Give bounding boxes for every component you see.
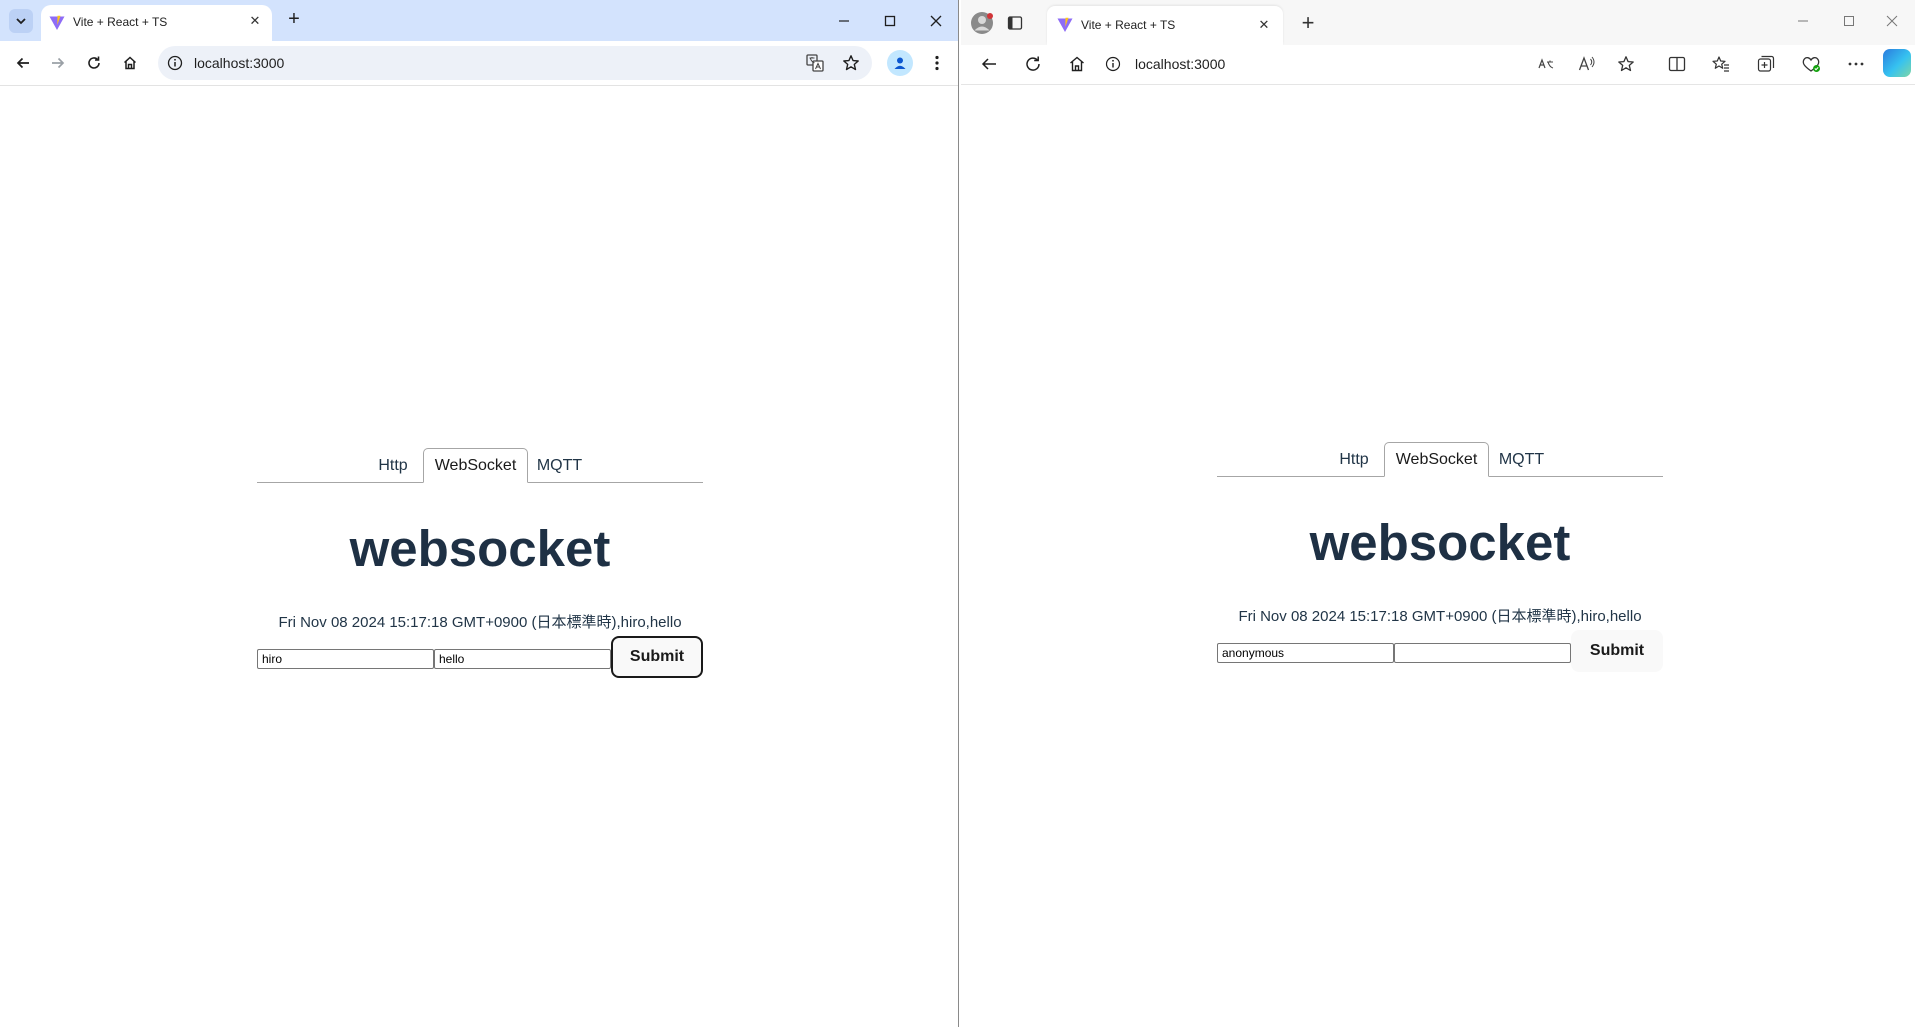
home-button[interactable] bbox=[1062, 49, 1092, 79]
minimize-icon bbox=[839, 19, 849, 22]
tab-http[interactable]: Http bbox=[1329, 442, 1379, 477]
split-screen-button[interactable] bbox=[1662, 49, 1692, 79]
edge-tabstrip: Vite + React + TS ✕ + bbox=[961, 0, 1915, 45]
maximize-button[interactable] bbox=[1826, 0, 1872, 42]
more-vertical-icon bbox=[935, 55, 939, 71]
right-app: Http WebSocket MQTT websocket Fri Nov 08… bbox=[1217, 438, 1663, 672]
close-icon bbox=[930, 15, 942, 26]
home-icon bbox=[1070, 56, 1084, 72]
browser-essentials-icon bbox=[1802, 57, 1820, 72]
favorites-button[interactable] bbox=[1706, 49, 1736, 79]
message-input[interactable] bbox=[1394, 643, 1571, 663]
back-arrow-icon bbox=[981, 58, 996, 70]
url-text[interactable]: localhost:3000 bbox=[1135, 56, 1225, 72]
edge-window: Vite + React + TS ✕ + localhost:3000 Htt… bbox=[961, 0, 1915, 1027]
home-icon bbox=[123, 56, 137, 70]
close-tab-icon[interactable]: ✕ bbox=[1255, 16, 1273, 34]
page-title: websocket bbox=[349, 520, 611, 577]
forward-button[interactable] bbox=[43, 48, 73, 78]
url-text[interactable]: localhost:3000 bbox=[194, 55, 284, 71]
tab-websocket[interactable]: WebSocket bbox=[1384, 442, 1489, 477]
split-screen-icon bbox=[1668, 56, 1686, 72]
favorite-star-button[interactable] bbox=[1611, 49, 1641, 79]
tab-mqtt[interactable]: MQTT bbox=[532, 448, 587, 483]
close-tab-icon[interactable]: ✕ bbox=[246, 12, 264, 30]
bookmark-star-icon[interactable] bbox=[842, 54, 860, 72]
collections-button[interactable] bbox=[1751, 49, 1781, 79]
chrome-tab-title: Vite + React + TS bbox=[73, 15, 168, 29]
maximize-icon bbox=[1844, 16, 1854, 26]
name-input[interactable] bbox=[257, 649, 434, 669]
chevron-down-icon bbox=[16, 18, 26, 25]
reload-icon bbox=[88, 56, 100, 69]
new-tab-button[interactable]: + bbox=[1296, 10, 1320, 35]
page-title: websocket bbox=[1309, 514, 1571, 571]
read-aloud-button[interactable] bbox=[1572, 49, 1602, 79]
chrome-tabstrip: Vite + React + TS ✕ + bbox=[0, 0, 958, 41]
submit-button[interactable]: Submit bbox=[611, 636, 703, 678]
tab-search-button[interactable] bbox=[9, 9, 33, 33]
name-input[interactable] bbox=[1217, 643, 1394, 663]
profile-button[interactable] bbox=[887, 50, 913, 76]
notification-dot bbox=[987, 13, 993, 19]
chrome-active-tab[interactable]: Vite + React + TS ✕ bbox=[41, 5, 272, 41]
back-arrow-icon bbox=[16, 57, 29, 69]
reload-button[interactable] bbox=[1018, 49, 1048, 79]
left-app: Http WebSocket MQTT websocket Fri Nov 08… bbox=[257, 444, 703, 678]
edge-toolbar: localhost:3000 bbox=[961, 45, 1915, 85]
tab-actions-button[interactable] bbox=[1005, 13, 1025, 33]
right-nav-tabs: Http WebSocket MQTT bbox=[1217, 438, 1663, 477]
back-button[interactable] bbox=[8, 48, 38, 78]
reload-button[interactable] bbox=[79, 48, 109, 78]
settings-more-button[interactable] bbox=[1841, 49, 1871, 79]
favorites-icon bbox=[1712, 56, 1729, 72]
minimize-icon bbox=[1798, 20, 1808, 22]
site-info-icon[interactable] bbox=[1105, 56, 1121, 72]
read-aloud-icon bbox=[1578, 56, 1595, 71]
chrome-window: Vite + React + TS ✕ + localhost:3000 Htt… bbox=[0, 0, 959, 1027]
address-bar[interactable]: localhost:3000 bbox=[158, 46, 872, 80]
address-bar[interactable]: localhost:3000 bbox=[1105, 47, 1585, 81]
maximize-button[interactable] bbox=[867, 0, 913, 41]
vite-favicon-icon bbox=[1057, 17, 1073, 32]
minimize-button[interactable] bbox=[821, 0, 867, 41]
person-icon bbox=[894, 57, 906, 69]
close-window-button[interactable] bbox=[1869, 0, 1915, 42]
reload-icon bbox=[1026, 56, 1040, 71]
tab-http[interactable]: Http bbox=[368, 448, 418, 483]
message-text: Fri Nov 08 2024 15:17:18 GMT+0900 (日本標準時… bbox=[1238, 608, 1642, 625]
collections-icon bbox=[1757, 55, 1775, 72]
site-info-icon[interactable] bbox=[167, 55, 183, 71]
new-tab-button[interactable]: + bbox=[282, 7, 306, 31]
minimize-button[interactable] bbox=[1780, 0, 1826, 42]
translate-icon bbox=[1538, 58, 1554, 69]
edge-active-tab[interactable]: Vite + React + TS ✕ bbox=[1047, 6, 1283, 45]
vite-favicon-icon bbox=[49, 15, 65, 30]
translate-icon[interactable] bbox=[806, 54, 824, 72]
tab-websocket[interactable]: WebSocket bbox=[423, 448, 528, 483]
maximize-icon bbox=[884, 15, 896, 26]
more-horizontal-icon bbox=[1848, 62, 1864, 66]
chrome-menu-button[interactable] bbox=[924, 50, 950, 76]
tab-mqtt[interactable]: MQTT bbox=[1494, 442, 1549, 477]
submit-button[interactable]: Submit bbox=[1571, 630, 1663, 672]
forward-arrow-icon bbox=[52, 57, 65, 69]
close-window-button[interactable] bbox=[913, 0, 958, 41]
copilot-icon[interactable] bbox=[1883, 49, 1911, 77]
chrome-toolbar: localhost:3000 bbox=[0, 41, 958, 86]
browser-essentials-button[interactable] bbox=[1796, 49, 1826, 79]
left-nav-tabs: Http WebSocket MQTT bbox=[257, 444, 703, 483]
edge-tab-title: Vite + React + TS bbox=[1081, 18, 1176, 32]
read-mode-language-button[interactable] bbox=[1531, 49, 1561, 79]
star-icon bbox=[1618, 56, 1634, 72]
tab-actions-icon bbox=[1007, 16, 1023, 30]
home-button[interactable] bbox=[115, 48, 145, 78]
message-text: Fri Nov 08 2024 15:17:18 GMT+0900 (日本標準時… bbox=[278, 614, 682, 631]
close-icon bbox=[1886, 15, 1898, 27]
message-form: Submit bbox=[257, 636, 703, 678]
message-input[interactable] bbox=[434, 649, 611, 669]
back-button[interactable] bbox=[974, 49, 1004, 79]
message-form: Submit bbox=[1217, 630, 1663, 672]
